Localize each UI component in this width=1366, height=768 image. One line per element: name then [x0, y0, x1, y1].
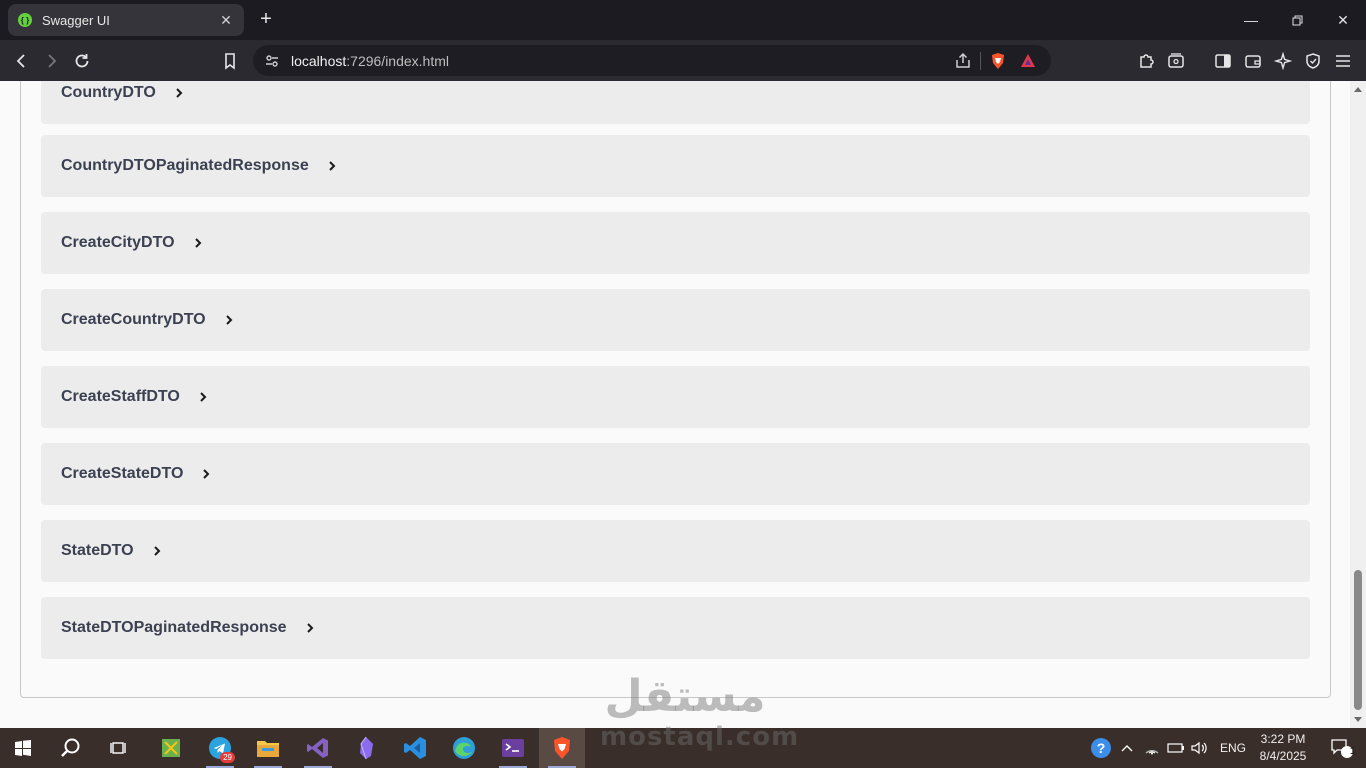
model-name: CountryDTO [61, 84, 156, 101]
svg-text:?: ? [1097, 740, 1106, 756]
search-icon[interactable] [48, 728, 94, 768]
chevron-right-icon[interactable] [150, 544, 164, 558]
language-indicator[interactable]: ENG [1220, 741, 1246, 755]
telegram-badge: 29 [220, 752, 235, 763]
sidebar-toggle-icon[interactable] [1210, 48, 1236, 74]
model-createcitydto[interactable]: CreateCityDTO [41, 212, 1310, 274]
volume-icon[interactable] [1188, 741, 1212, 755]
watermark-latin: mostaql.com [600, 722, 800, 752]
chevron-right-icon[interactable] [172, 86, 186, 100]
extensions-puzzle-icon[interactable] [1133, 48, 1159, 74]
brave-shields-icon[interactable] [983, 46, 1013, 76]
tab-strip: { } Swagger UI ✕ + — ✕ [0, 0, 1366, 40]
edge-dev-icon[interactable] [441, 728, 487, 768]
model-countrydtopaginatedresponse[interactable]: CountryDTOPaginatedResponse [41, 135, 1310, 197]
visual-studio-icon[interactable] [295, 728, 341, 768]
scroll-down-arrow-icon[interactable] [1354, 717, 1362, 722]
file-explorer-icon[interactable] [245, 728, 291, 768]
model-name: StateDTO [61, 542, 134, 559]
url-separator [980, 51, 981, 70]
forward-arrow-icon[interactable] [38, 48, 64, 74]
chevron-right-icon[interactable] [325, 159, 339, 173]
reload-icon[interactable] [69, 48, 95, 74]
watermark-arabic: مستقل [604, 671, 766, 722]
model-name: CreateStateDTO [61, 465, 184, 482]
clock-time: 3:22 PM [1260, 732, 1306, 746]
model-name: StateDTOPaginatedResponse [61, 619, 287, 636]
swagger-favicon-icon: { } [18, 13, 32, 27]
terminal-icon[interactable] [490, 728, 536, 768]
close-window-icon[interactable]: ✕ [1320, 0, 1366, 40]
address-bar[interactable]: localhost:7296/index.html [253, 45, 1051, 76]
model-name: CreateStaffDTO [61, 388, 180, 405]
leo-ai-icon[interactable] [1270, 48, 1296, 74]
model-name: CountryDTOPaginatedResponse [61, 157, 309, 174]
battery-icon[interactable] [1164, 742, 1188, 754]
model-createstaffdto[interactable]: CreateStaffDTO [41, 366, 1310, 428]
model-name: CreateCityDTO [61, 234, 175, 251]
url-host: localhost [291, 52, 347, 69]
schemas-section: CountryDTO CountryDTOPaginatedResponse C… [20, 81, 1331, 698]
model-name: CreateCountryDTO [61, 311, 206, 328]
chevron-up-icon[interactable] [1114, 744, 1140, 752]
notification-count: 1 [1350, 746, 1356, 757]
help-icon[interactable]: ? [1088, 737, 1114, 759]
page-scrollbar[interactable] [1350, 81, 1366, 728]
playlist-icon[interactable] [1163, 48, 1189, 74]
system-tray: ? ENG [1088, 728, 1246, 768]
tab-close-icon[interactable]: ✕ [218, 12, 234, 28]
snipping-tool-icon[interactable] [148, 728, 194, 768]
model-createcountrydto[interactable]: CreateCountryDTO [41, 289, 1310, 351]
bookmark-icon[interactable] [217, 48, 243, 74]
new-tab-icon[interactable]: + [256, 9, 276, 31]
start-windows-icon[interactable] [0, 728, 46, 768]
task-view-icon[interactable] [96, 728, 142, 768]
obsidian-icon[interactable] [343, 728, 389, 768]
page-viewport: CountryDTO CountryDTOPaginatedResponse C… [0, 81, 1350, 728]
chevron-right-icon[interactable] [303, 621, 317, 635]
share-icon[interactable] [948, 46, 978, 76]
scroll-up-arrow-icon[interactable] [1354, 87, 1362, 92]
model-createstatedto[interactable]: CreateStateDTO [41, 443, 1310, 505]
wallet-icon[interactable] [1240, 48, 1266, 74]
menu-hamburger-icon[interactable] [1330, 48, 1356, 74]
chevron-right-icon[interactable] [199, 467, 213, 481]
brave-browser-icon[interactable] [539, 728, 585, 768]
tab-swagger-ui[interactable]: { } Swagger UI ✕ [8, 4, 244, 36]
clock[interactable]: 3:22 PM 8/4/2025 [1252, 731, 1314, 765]
notifications-icon[interactable]: 1 [1318, 728, 1364, 768]
site-info-icon[interactable] [257, 46, 287, 76]
back-arrow-icon[interactable] [9, 48, 35, 74]
brave-rewards-icon[interactable] [1013, 46, 1043, 76]
chevron-right-icon[interactable] [196, 390, 210, 404]
browser-toolbar: localhost:7296/index.html [0, 40, 1366, 81]
minimize-icon[interactable]: — [1228, 0, 1274, 40]
vscode-icon[interactable] [392, 728, 438, 768]
wifi-icon[interactable] [1140, 741, 1164, 755]
chevron-right-icon[interactable] [191, 236, 205, 250]
vpn-shield-icon[interactable] [1300, 48, 1326, 74]
model-statedto[interactable]: StateDTO [41, 520, 1310, 582]
model-statedtopaginatedresponse[interactable]: StateDTOPaginatedResponse [41, 597, 1310, 659]
tab-title: Swagger UI [42, 12, 110, 28]
url-text: localhost:7296/index.html [291, 53, 948, 69]
clock-date: 8/4/2025 [1259, 749, 1307, 763]
chevron-right-icon[interactable] [222, 313, 236, 327]
mostaql-watermark: مستقل mostaql.com [600, 670, 800, 760]
model-countrydto[interactable]: CountryDTO [41, 81, 1310, 124]
url-path: :7296/index.html [346, 52, 449, 69]
scrollbar-thumb[interactable] [1354, 570, 1362, 710]
restore-icon[interactable] [1274, 0, 1320, 40]
telegram-icon[interactable]: 29 [197, 728, 243, 768]
